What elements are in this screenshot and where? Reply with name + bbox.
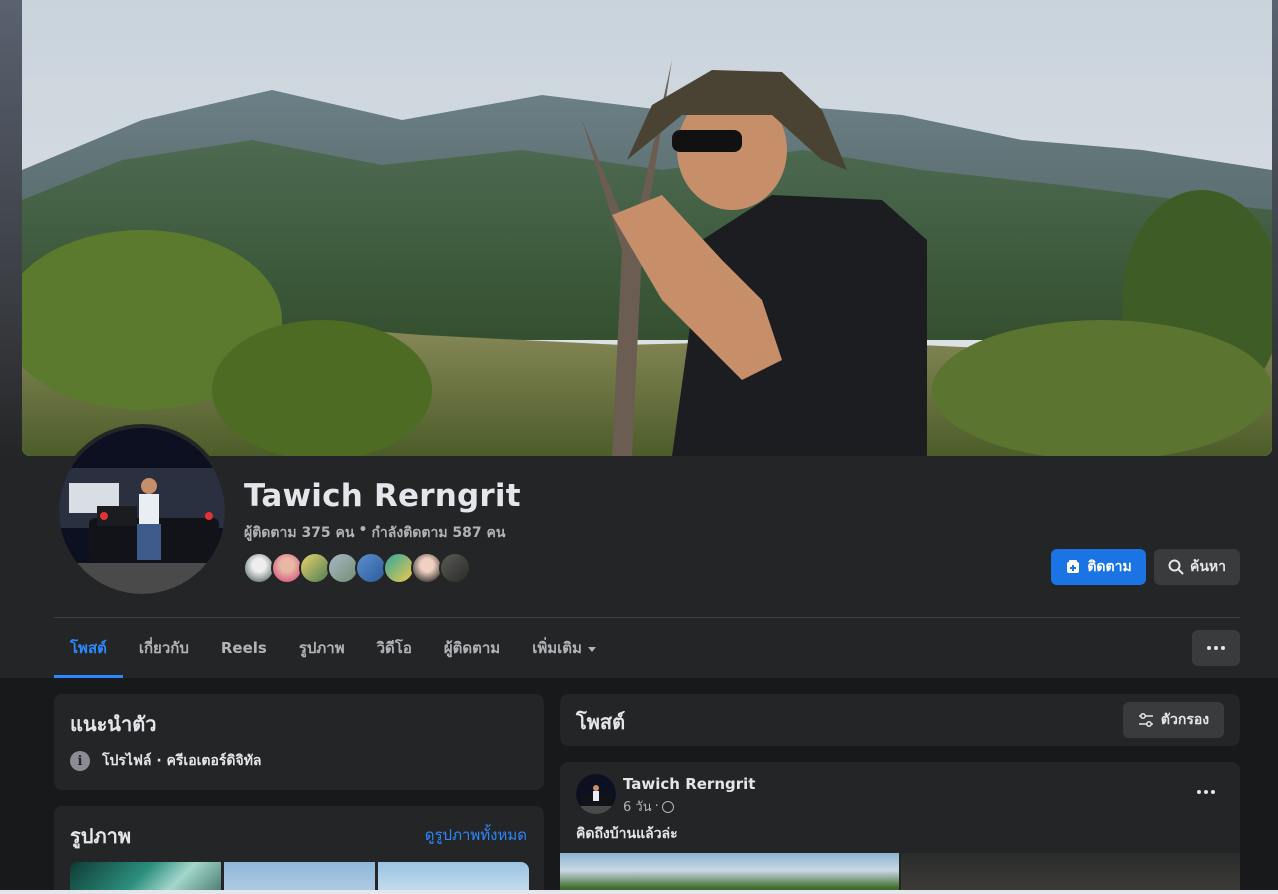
more-icon	[1207, 646, 1225, 650]
post-timestamp[interactable]: 6 วัน	[623, 796, 652, 817]
intro-title: แนะนำตัว	[70, 712, 157, 736]
filter-icon	[1138, 713, 1153, 727]
post-options-button[interactable]	[1190, 782, 1222, 802]
posts-title: โพสต์	[576, 710, 626, 734]
filter-button[interactable]: ตัวกรอง	[1123, 702, 1224, 738]
search-icon	[1168, 559, 1184, 575]
meta-separator: ·	[654, 799, 659, 814]
search-label: ค้นหา	[1189, 559, 1227, 575]
post-author-name[interactable]: Tawich Rerngrit	[623, 775, 755, 793]
follower-avatars[interactable]	[243, 552, 471, 586]
photos-title: รูปภาพ	[70, 824, 132, 848]
tab-posts[interactable]: โพสต์	[54, 618, 123, 678]
follow-icon	[1067, 560, 1080, 573]
intro-detail: โปรไฟล์ · ครีเอเตอร์ดิจิทัล	[102, 753, 262, 769]
follower-avatar[interactable]	[439, 552, 471, 584]
photos-card: รูปภาพ ดูรูปภาพทั้งหมด	[54, 806, 544, 894]
profile-name: Tawich Rerngrit	[244, 478, 521, 514]
see-all-photos-link[interactable]: ดูรูปภาพทั้งหมด	[425, 823, 527, 847]
posts-header-card: โพสต์ ตัวกรอง	[560, 694, 1240, 746]
tab-more[interactable]: เพิ่มเติม	[516, 618, 612, 678]
post-image[interactable]	[560, 853, 899, 894]
following-count[interactable]: กำลังติดตาม 587 คน	[371, 522, 505, 544]
avatar	[59, 428, 225, 594]
post-author-avatar[interactable]	[576, 774, 616, 814]
post-text: คิดถึงบ้านแล้วล่ะ	[576, 826, 678, 842]
follower-counts: ผู้ติดตาม 375 คน • กำลังติดตาม 587 คน	[244, 522, 505, 544]
tab-videos[interactable]: วิดีโอ	[361, 618, 428, 678]
follow-button[interactable]: ติดตาม	[1051, 549, 1146, 585]
cover-photo[interactable]	[22, 0, 1272, 456]
post-meta: 6 วัน ·	[623, 796, 674, 817]
profile-avatar[interactable]	[55, 424, 229, 598]
profile-options-button[interactable]	[1192, 630, 1240, 666]
separator: •	[358, 522, 368, 538]
info-icon: i	[70, 751, 90, 771]
more-icon	[1197, 790, 1215, 794]
globe-icon	[661, 800, 674, 813]
post-images	[560, 853, 1240, 894]
tab-about[interactable]: เกี่ยวกับ	[123, 618, 205, 678]
search-button[interactable]: ค้นหา	[1154, 549, 1240, 585]
caret-down-icon	[587, 646, 596, 652]
profile-page: Tawich Rerngrit ผู้ติดตาม 375 คน • กำลัง…	[0, 0, 1278, 894]
intro-detail-row: i โปรไฟล์ · ครีเอเตอร์ดิจิทัล	[70, 750, 262, 772]
tab-followers[interactable]: ผู้ติดตาม	[428, 618, 516, 678]
followers-count[interactable]: ผู้ติดตาม 375 คน	[244, 522, 354, 544]
post-image[interactable]	[901, 853, 1240, 894]
post-card: Tawich Rerngrit 6 วัน · คิดถึงบ้านแล้วล่…	[560, 762, 1240, 894]
intro-card: แนะนำตัว i โปรไฟล์ · ครีเอเตอร์ดิจิทัล	[54, 694, 544, 790]
profile-tabs: โพสต์ เกี่ยวกับ Reels รูปภาพ วิดีโอ ผู้ต…	[54, 618, 612, 678]
tab-reels[interactable]: Reels	[205, 618, 283, 678]
horizontal-scrollbar[interactable]	[0, 890, 1278, 894]
filter-label: ตัวกรอง	[1160, 712, 1210, 728]
tab-photos[interactable]: รูปภาพ	[283, 618, 361, 678]
follow-label: ติดตาม	[1087, 559, 1132, 575]
